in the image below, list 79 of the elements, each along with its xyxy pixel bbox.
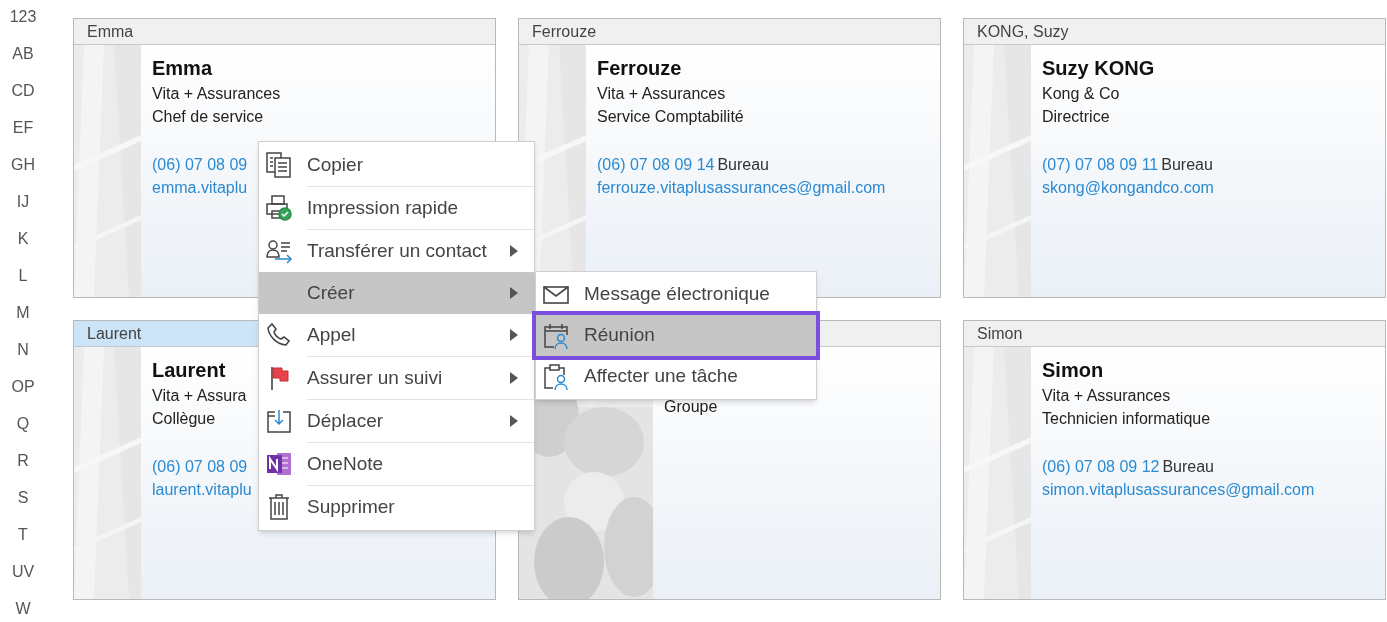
contact-card[interactable]: Simon Simon Vita + Assurances Technicien informatique (06) 07 08 09 12 Bureau simon.vitaplusassurances@gmail.com (963, 320, 1386, 600)
contact-detail: Vita + Assurances (152, 84, 281, 104)
contact-detail: Service Comptabilité (597, 107, 745, 127)
menu-label: Réunion (584, 323, 655, 348)
phone-label: Bureau (717, 155, 769, 175)
clipboard-person-icon (542, 362, 570, 391)
menu-label: Appel (307, 322, 357, 347)
contact-name: Laurent (152, 358, 227, 383)
email-link[interactable]: simon.vitaplusassurances@gmail.com (1042, 478, 1315, 501)
index-letter[interactable]: M (16, 294, 30, 331)
contact-name: Emma (152, 56, 214, 81)
phone-label: Bureau (1161, 155, 1213, 175)
phone-number[interactable]: (06) 07 08 09 (152, 455, 248, 478)
calendar-person-icon (542, 321, 570, 350)
contact-detail: Groupe (664, 397, 718, 417)
card-title: Ferrouze (532, 22, 597, 42)
index-letter[interactable]: K (17, 220, 29, 257)
phone-number[interactable]: (06) 07 08 09 12 (1042, 455, 1160, 478)
menu-item[interactable]: Assurer un suivi (259, 357, 534, 399)
menu-label: Supprimer (307, 494, 396, 519)
index-letter[interactable]: S (17, 479, 29, 516)
index-letter[interactable]: W (15, 590, 31, 622)
menu-item[interactable]: Créer (259, 272, 534, 314)
card-title: Simon (977, 324, 1023, 344)
contact-detail: Vita + Assura (152, 386, 248, 406)
contact-detail: Technicien informatique (1042, 409, 1212, 429)
phone-number[interactable]: (06) 07 08 09 (152, 153, 248, 176)
index-letter[interactable]: GH (11, 146, 35, 183)
menu-label: Impression rapide (307, 195, 460, 220)
phone-number[interactable]: (06) 07 08 09 14 (597, 153, 715, 176)
menu-item[interactable]: Supprimer (259, 486, 534, 528)
email-link[interactable]: laurent.vitaplu (152, 478, 252, 501)
menu-label: Assurer un suivi (307, 365, 444, 390)
contact-detail: Kong & Co (1042, 84, 1121, 104)
phone-number[interactable]: (07) 07 08 09 11 (1042, 153, 1159, 176)
contact-card[interactable]: KONG, Suzy Suzy KONG Kong & Co Directrice (07) 07 08 09 11 Bureau skong@kongandco.com (963, 18, 1386, 298)
contact-name: Suzy KONG (1042, 56, 1156, 81)
index-letter[interactable]: T (18, 516, 28, 553)
menu-item[interactable]: Appel (259, 314, 534, 356)
menu-item[interactable]: Transférer un contact (259, 230, 534, 272)
card-title: Emma (87, 22, 134, 42)
index-letter[interactable]: UV (11, 553, 35, 590)
phone-label: Bureau (1162, 457, 1214, 477)
card-title: KONG, Suzy (977, 22, 1069, 42)
download-box-icon (265, 407, 293, 435)
contact-detail: Vita + Assurances (1042, 386, 1172, 406)
index-letter[interactable]: L (18, 257, 28, 294)
card-title: Laurent (87, 324, 142, 344)
notebook-icon (265, 450, 293, 478)
index-letter[interactable]: R (17, 442, 29, 479)
menu-label: Transférer un contact (307, 238, 488, 263)
index-letter[interactable]: OP (11, 368, 35, 405)
menu-label: OneNote (307, 451, 385, 476)
index-letter[interactable]: N (17, 331, 29, 368)
contact-detail: Directrice (1042, 107, 1111, 127)
phone-icon (265, 321, 293, 349)
index-letter[interactable]: 123 (9, 0, 37, 35)
menu-item[interactable]: OneNote (259, 443, 534, 485)
index-letter[interactable]: CD (11, 72, 35, 109)
menu-item[interactable]: Impression rapide (259, 187, 534, 229)
menu-label: Copier (307, 152, 364, 177)
printer-check-icon (265, 194, 293, 222)
menu-label: Affecter une tâche (584, 364, 738, 389)
copy-icon (265, 151, 293, 179)
contact-name: Ferrouze (597, 56, 683, 81)
menu-item[interactable]: Copier (259, 144, 534, 186)
contact-detail: Collègue (152, 409, 217, 429)
contact-name: Simon (1042, 358, 1105, 383)
contact-detail: Chef de service (152, 107, 265, 127)
index-letter[interactable]: AB (12, 35, 34, 72)
menu-label: Déplacer (307, 408, 385, 433)
email-link[interactable]: ferrouze.vitaplusassurances@gmail.com (597, 176, 886, 199)
index-letter[interactable]: Q (16, 405, 30, 442)
index-letter[interactable]: EF (12, 109, 34, 146)
index-letter[interactable]: IJ (16, 183, 30, 220)
email-link[interactable]: skong@kongandco.com (1042, 176, 1214, 199)
contact-detail: Vita + Assurances (597, 84, 727, 104)
menu-item[interactable]: Déplacer (259, 400, 534, 442)
person-arrow-icon (265, 237, 293, 265)
